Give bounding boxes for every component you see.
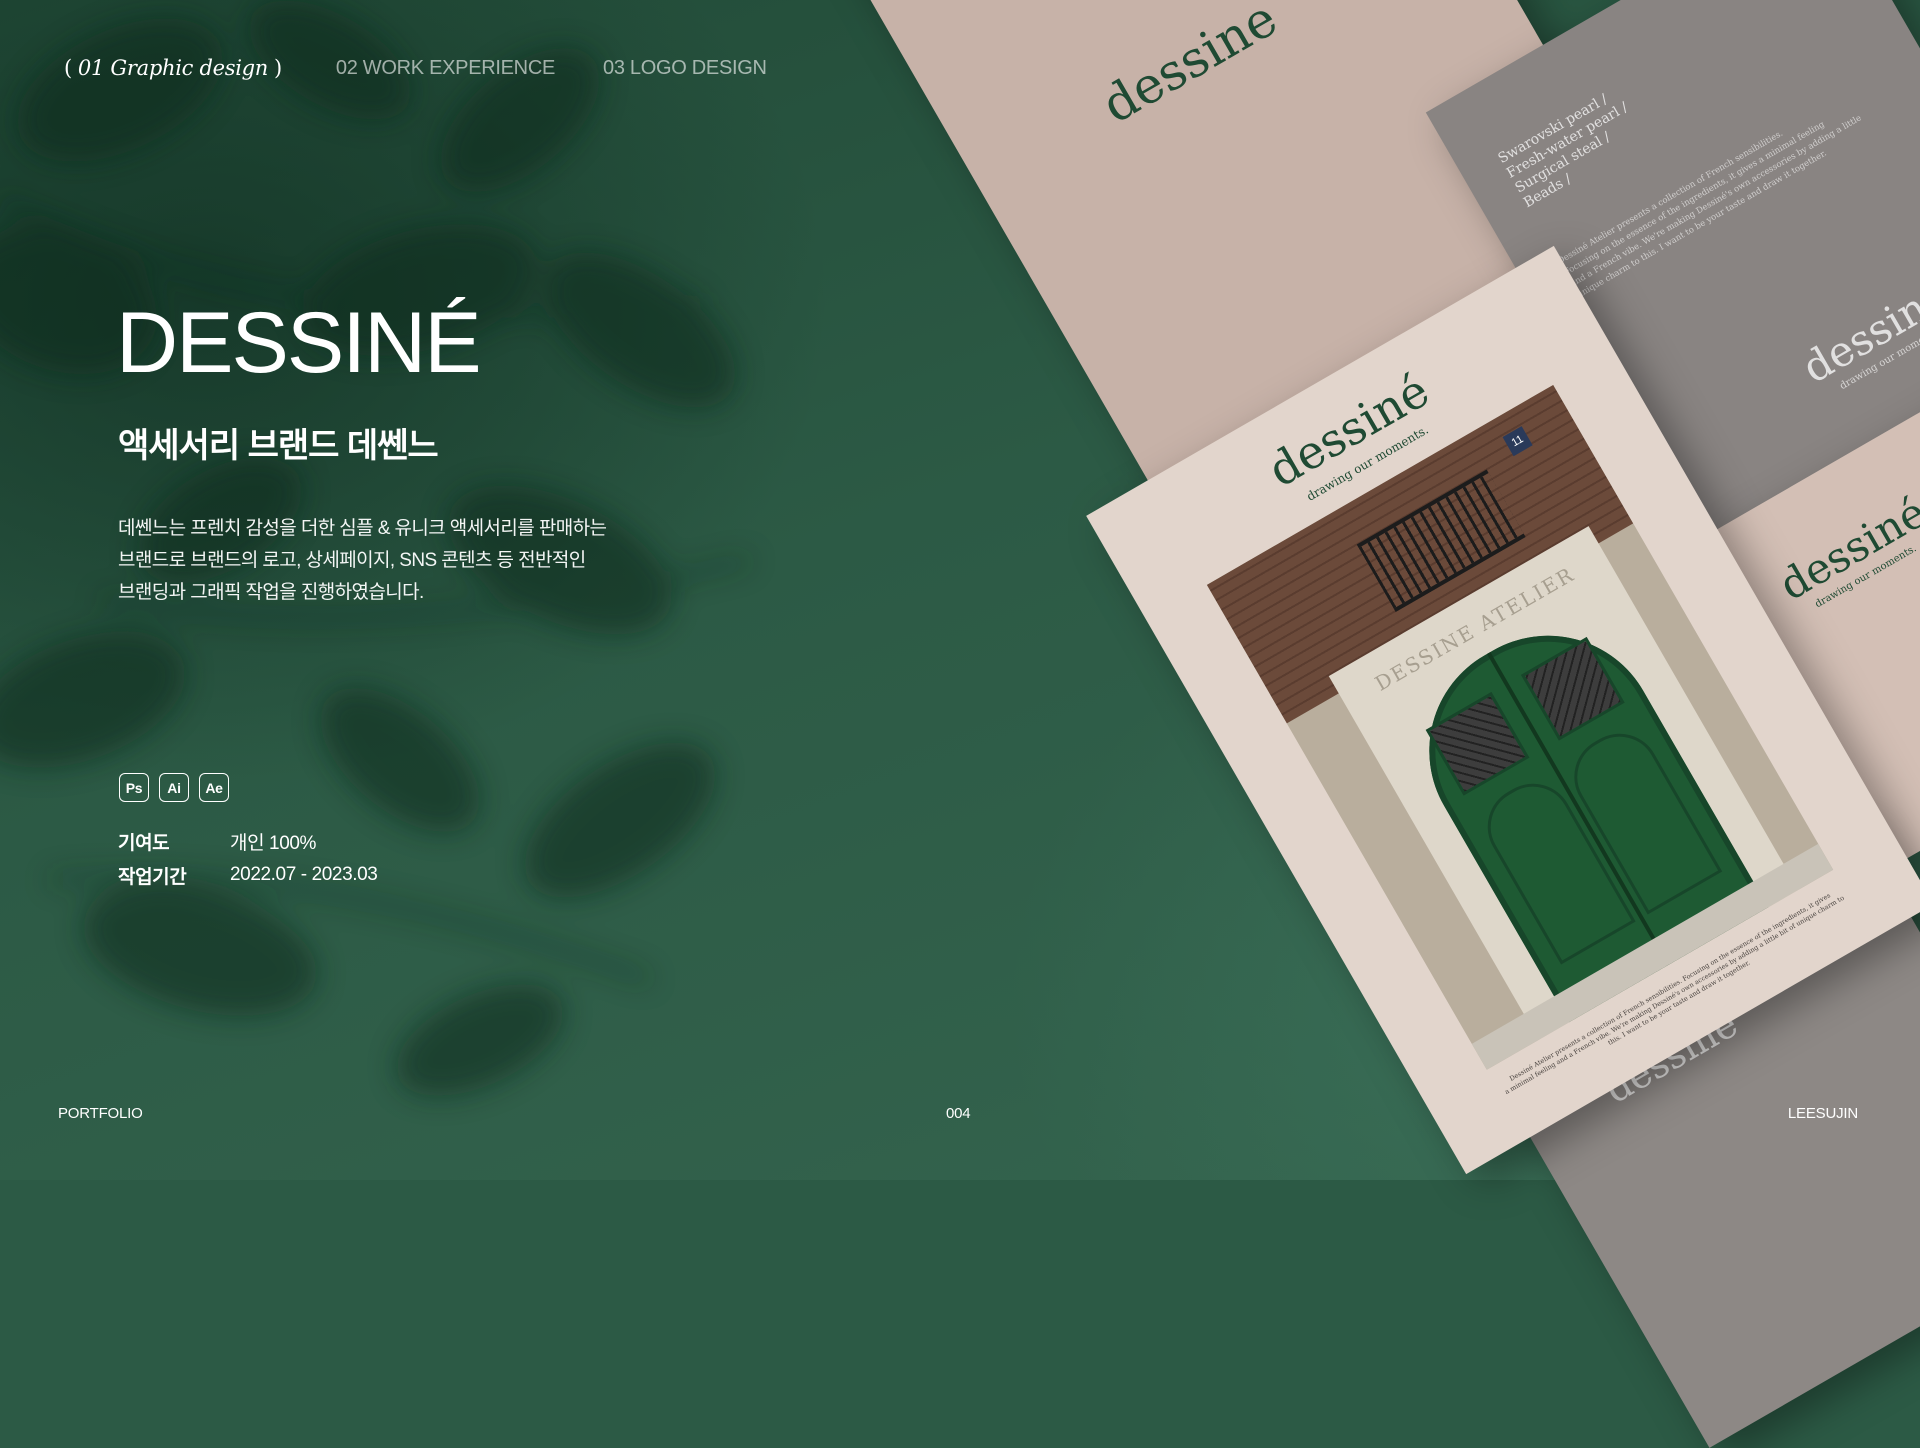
project-meta: 기여도 개인 100% 작업기간 2022.07 - 2023.03 — [118, 824, 378, 892]
after-effects-badge: Ae — [199, 773, 229, 802]
meta-row-contribution: 기여도 개인 100% — [118, 824, 377, 858]
footer-author: LEESUJIN — [1787, 1105, 1858, 1122]
tool-badges: Ps Ai Ae — [119, 773, 229, 802]
illustrator-badge: Ai — [159, 773, 189, 802]
meta-value: 2022.07 - 2023.03 — [230, 864, 378, 885]
top-navigation: (01 Graphic design) 02 WORK EXPERIENCE 0… — [58, 56, 767, 80]
description-line: 브랜드로 브랜드의 로고, 상세페이지, SNS 콘텐츠 등 전반적인 — [118, 550, 586, 571]
materials-list: Swarovski pearl / Fresh-water pearl / Su… — [1495, 85, 1648, 212]
paren-open: ( — [64, 56, 72, 80]
brand-wordmark: dessine — [1092, 0, 1287, 135]
page-number: 004 — [946, 1105, 971, 1122]
meta-label: 작업기간 — [118, 866, 187, 888]
meta-label: 기여도 — [118, 832, 170, 854]
project-title: DESSINÉ — [116, 295, 482, 391]
nav-item-work-experience[interactable]: 02 WORK EXPERIENCE — [336, 57, 555, 80]
nav-item-graphic-design[interactable]: (01 Graphic design) — [58, 56, 288, 80]
photoshop-badge: Ps — [119, 773, 149, 802]
project-description: 데쎈느는 프렌치 감성을 더한 심플 & 유니크 액세서리를 판매하는 브랜드로… — [118, 513, 638, 609]
nav-item-logo-design[interactable]: 03 LOGO DESIGN — [603, 57, 767, 80]
paren-close: ) — [274, 56, 282, 80]
footer-portfolio-label: PORTFOLIO — [58, 1105, 143, 1122]
description-line: 데쎈느는 프렌치 감성을 더한 심플 & 유니크 액세서리를 판매하는 — [118, 518, 607, 539]
description-line: 브랜딩과 그래픽 작업을 진행하였습니다. — [118, 582, 424, 603]
project-subtitle: 액세서리 브랜드 데쎈느 — [118, 427, 439, 465]
nav-label: 01 Graphic design — [77, 56, 268, 80]
meta-value: 개인 100% — [230, 832, 317, 854]
door-window-left — [1425, 691, 1530, 796]
meta-row-period: 작업기간 2022.07 - 2023.03 — [118, 858, 378, 892]
